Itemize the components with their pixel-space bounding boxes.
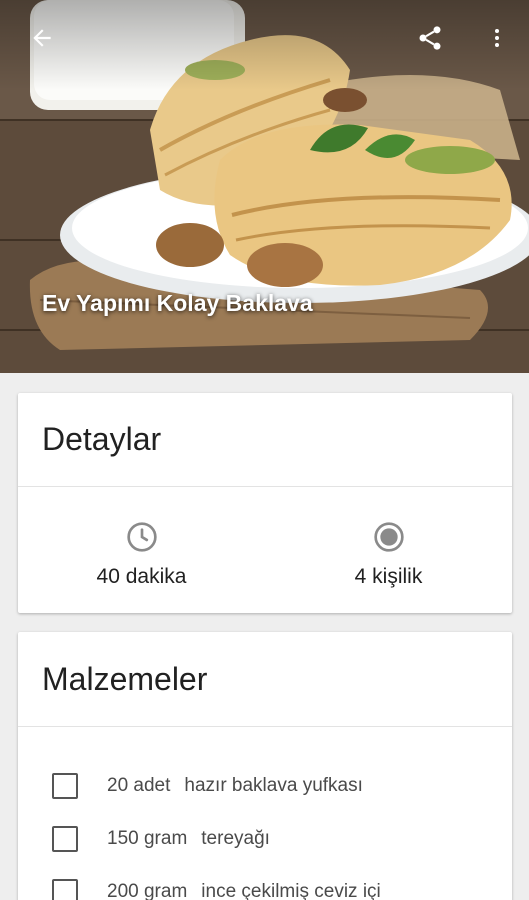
ingredient-amount: 150 gram <box>107 827 188 849</box>
details-card: Detaylar 40 dakika 4 kişilik <box>18 393 512 613</box>
list-item[interactable]: 20 adet hazır baklava yufkası <box>18 759 512 812</box>
ingredient-amount: 200 gram <box>107 880 188 900</box>
servings-text: 4 kişilik <box>354 564 423 588</box>
recipe-hero-image: Ev Yapımı Kolay Baklava <box>0 0 529 373</box>
back-button[interactable] <box>22 18 62 58</box>
list-item[interactable]: 200 gram ince çekilmiş ceviz içi <box>18 865 512 900</box>
ingredient-name: tereyağı <box>201 827 270 849</box>
ingredients-card-header: Malzemeler <box>18 632 512 727</box>
radio-dot-icon <box>373 521 404 552</box>
ingredients-list: 20 adet hazır baklava yufkası 150 gram t… <box>18 727 512 900</box>
duration-text: 40 dakika <box>96 564 187 588</box>
more-options-button[interactable] <box>477 18 517 58</box>
details-heading: Detaylar <box>42 421 162 457</box>
details-row: 40 dakika 4 kişilik <box>18 487 512 612</box>
ingredients-card: Malzemeler 20 adet hazır baklava yufkası… <box>18 632 512 900</box>
duration-detail: 40 dakika <box>18 511 265 589</box>
clock-icon <box>126 521 157 552</box>
ingredient-amount: 20 adet <box>107 774 171 796</box>
share-icon <box>419 26 441 50</box>
ingredient-name: hazır baklava yufkası <box>184 774 363 796</box>
ingredient-checkbox[interactable] <box>52 825 78 852</box>
share-button[interactable] <box>410 18 450 58</box>
recipe-title: Ev Yapımı Kolay Baklava <box>42 290 313 316</box>
servings-detail: 4 kişilik <box>265 511 512 589</box>
ingredients-heading: Malzemeler <box>42 660 208 697</box>
more-vert-icon <box>495 29 499 47</box>
list-item[interactable]: 150 gram tereyağı <box>18 812 512 865</box>
ingredient-name: ince çekilmiş ceviz içi <box>201 880 381 900</box>
ingredient-checkbox[interactable] <box>52 772 78 799</box>
details-card-header: Detaylar <box>18 393 512 487</box>
arrow-back-icon <box>33 29 51 47</box>
ingredient-checkbox[interactable] <box>52 878 78 900</box>
